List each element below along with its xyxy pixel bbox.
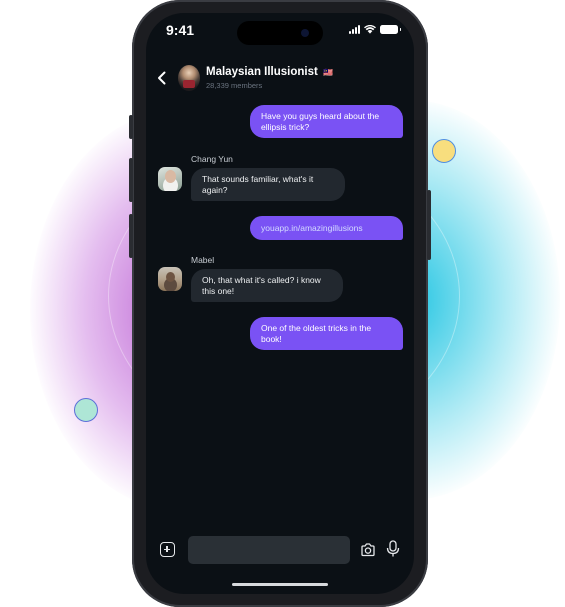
- message-bubble-outgoing[interactable]: Have you guys heard about the ellipsis t…: [250, 105, 403, 138]
- cellular-signal-icon: [349, 25, 360, 34]
- status-time: 9:41: [166, 22, 195, 38]
- wifi-icon: [364, 25, 376, 34]
- camera-icon[interactable]: [360, 542, 376, 558]
- message-input[interactable]: [188, 536, 350, 564]
- decorative-dot-yellow: [432, 139, 456, 163]
- phone-volume-down-button: [129, 214, 133, 258]
- microphone-icon[interactable]: [386, 540, 400, 558]
- chat-title[interactable]: Malaysian Illusionist 🇲🇾: [206, 66, 333, 78]
- chat-title-text: Malaysian Illusionist: [206, 66, 318, 78]
- message-bubble-outgoing[interactable]: One of the oldest tricks in the book!: [250, 317, 403, 350]
- dynamic-island: [237, 21, 323, 45]
- message-bubble-outgoing-link[interactable]: youapp.in/amazingillusions: [250, 216, 403, 240]
- decorative-dot-mint: [74, 398, 98, 422]
- avatar-chang-yun[interactable]: [158, 167, 182, 191]
- phone-volume-up-button: [129, 158, 133, 202]
- sender-name: Mabel: [191, 255, 215, 265]
- member-count: 28,339 members: [206, 81, 263, 90]
- chevron-left-icon: [157, 71, 165, 85]
- back-button[interactable]: [154, 69, 168, 87]
- message-composer: [146, 533, 414, 567]
- status-icons: [349, 25, 401, 34]
- sender-name: Chang Yun: [191, 154, 233, 164]
- message-bubble-incoming[interactable]: Oh, that what it's called? i know this o…: [191, 269, 343, 302]
- group-avatar[interactable]: [178, 65, 200, 91]
- message-bubble-incoming[interactable]: That sounds familiar, what's it again?: [191, 168, 345, 201]
- malaysia-flag-icon: 🇲🇾: [323, 68, 334, 77]
- phone-screen: 9:41 Malaysian Illusionist 🇲🇾 28,339 mem…: [146, 13, 414, 594]
- phone-power-button: [427, 190, 431, 260]
- plus-icon[interactable]: [160, 542, 175, 557]
- avatar-mabel[interactable]: [158, 267, 182, 291]
- battery-icon: [380, 25, 401, 34]
- phone-action-button: [129, 115, 133, 139]
- home-indicator[interactable]: [232, 583, 328, 586]
- chat-header: Malaysian Illusionist 🇲🇾 28,339 members: [146, 63, 414, 95]
